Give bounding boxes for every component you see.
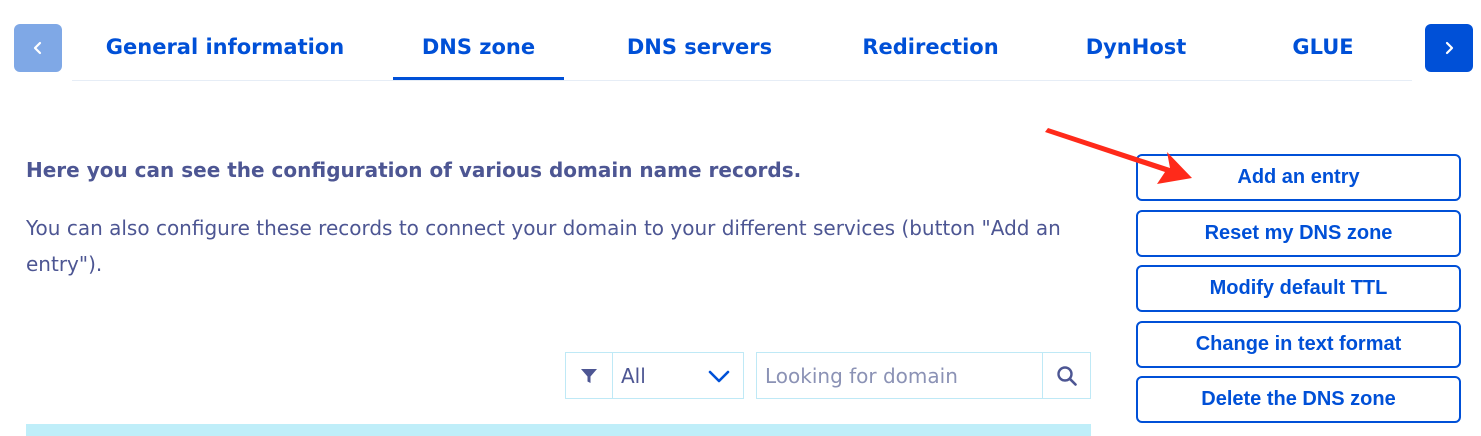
tabs-next-button[interactable]	[1425, 24, 1473, 72]
add-entry-button[interactable]: Add an entry	[1136, 154, 1461, 201]
record-type-selected-value: All	[621, 363, 646, 388]
page-description-title: Here you can see the configuration of va…	[26, 158, 802, 182]
record-type-select[interactable]: All	[612, 352, 744, 399]
chevron-right-icon	[1445, 41, 1454, 55]
filter-icon	[581, 368, 597, 383]
chevron-down-icon	[708, 370, 730, 383]
tab-dns-zone[interactable]: DNS zone	[393, 14, 564, 80]
tab-bar: General information DNS zone DNS servers…	[72, 14, 1412, 81]
tabs-prev-button[interactable]	[14, 24, 62, 72]
change-text-format-button[interactable]: Change in text format	[1136, 321, 1461, 368]
modify-default-ttl-button[interactable]: Modify default TTL	[1136, 265, 1461, 312]
dns-records-table-header	[26, 424, 1091, 436]
chevron-left-icon	[33, 41, 42, 55]
search-icon	[1056, 365, 1077, 386]
tab-general-information[interactable]: General information	[90, 14, 360, 80]
page-description-body: You can also configure these records to …	[26, 216, 1061, 276]
delete-dns-zone-button[interactable]: Delete the DNS zone	[1136, 376, 1461, 423]
reset-dns-zone-button[interactable]: Reset my DNS zone	[1136, 210, 1461, 257]
tab-dynhost[interactable]: DynHost	[1076, 14, 1196, 80]
tab-dns-servers[interactable]: DNS servers	[612, 14, 787, 80]
tab-glue[interactable]: GLUE	[1268, 14, 1378, 80]
tab-redirection[interactable]: Redirection	[848, 14, 1013, 80]
domain-search-input[interactable]	[756, 352, 1043, 399]
filter-toggle[interactable]	[565, 352, 613, 399]
search-button[interactable]	[1042, 352, 1091, 399]
